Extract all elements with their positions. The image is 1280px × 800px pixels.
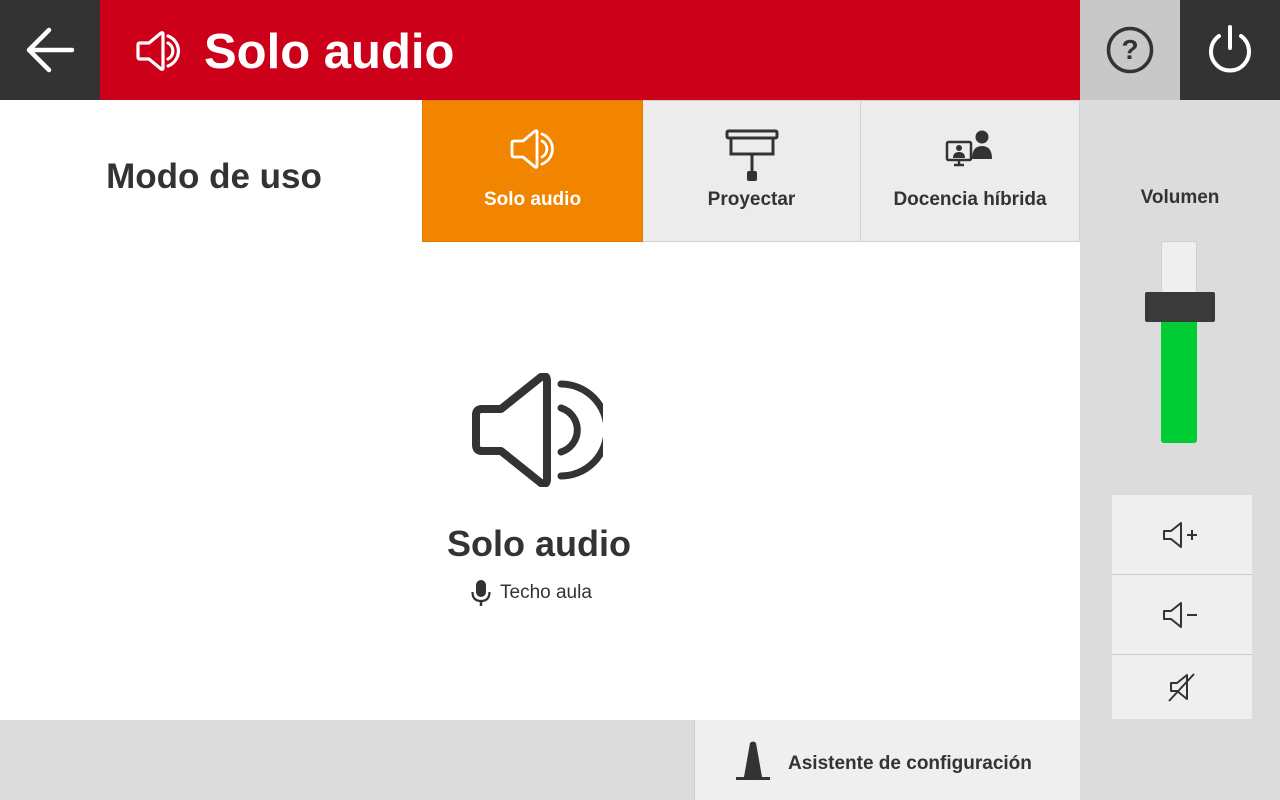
microphone-source: Techo aula xyxy=(471,579,592,607)
title-bar: Solo audio xyxy=(100,0,1080,100)
power-button[interactable] xyxy=(1180,0,1280,100)
back-button[interactable] xyxy=(0,0,100,100)
volume-slider[interactable] xyxy=(1145,241,1215,443)
cone-icon xyxy=(735,740,771,780)
microphone-label: Techo aula xyxy=(500,582,592,603)
mode-tabs: Solo audio Proyectar Docencia híbrida xyxy=(422,100,1080,242)
tab-solo-audio[interactable]: Solo audio xyxy=(422,100,643,242)
mute-button[interactable] xyxy=(1112,655,1252,719)
projector-screen-icon xyxy=(643,129,860,183)
tab-proyectar[interactable]: Proyectar xyxy=(643,100,861,242)
help-button[interactable]: ? xyxy=(1080,0,1180,100)
tab-label: Solo audio xyxy=(483,189,582,210)
volume-up-button[interactable] xyxy=(1112,495,1252,575)
volume-down-button[interactable] xyxy=(1112,575,1252,655)
hybrid-teaching-icon xyxy=(861,129,1079,169)
header: Solo audio ? xyxy=(0,0,1280,100)
page-title: Solo audio xyxy=(204,25,455,79)
mode-content: Solo audio Techo aula xyxy=(0,242,1080,720)
speaker-icon xyxy=(423,129,642,169)
volume-panel: Volumen xyxy=(1080,100,1280,800)
speaker-minus-icon xyxy=(1162,600,1202,630)
volume-slider-fill xyxy=(1161,322,1197,443)
setup-wizard-button[interactable]: Asistente de configuración xyxy=(694,720,1080,800)
help-icon: ? xyxy=(1105,25,1155,75)
tab-docencia-hibrida[interactable]: Docencia híbrida xyxy=(861,100,1080,242)
arrow-left-icon xyxy=(22,22,78,78)
speaker-muted-icon xyxy=(1167,671,1197,703)
speaker-icon xyxy=(135,31,183,71)
power-icon xyxy=(1204,24,1256,76)
setup-wizard-label: Asistente de configuración xyxy=(788,753,1032,774)
volume-label: Volumen xyxy=(1140,187,1220,208)
volume-buttons xyxy=(1112,495,1252,719)
volume-slider-handle[interactable] xyxy=(1145,292,1215,322)
tab-label: Docencia híbrida xyxy=(893,189,1047,210)
speaker-plus-icon xyxy=(1162,520,1202,550)
footer-bar: Asistente de configuración xyxy=(0,720,1080,800)
content-title: Solo audio xyxy=(447,523,631,564)
tab-label: Proyectar xyxy=(707,189,796,210)
speaker-icon xyxy=(471,373,603,487)
microphone-icon xyxy=(471,580,491,606)
mode-label: Modo de uso xyxy=(106,157,322,196)
svg-text:?: ? xyxy=(1121,34,1138,65)
